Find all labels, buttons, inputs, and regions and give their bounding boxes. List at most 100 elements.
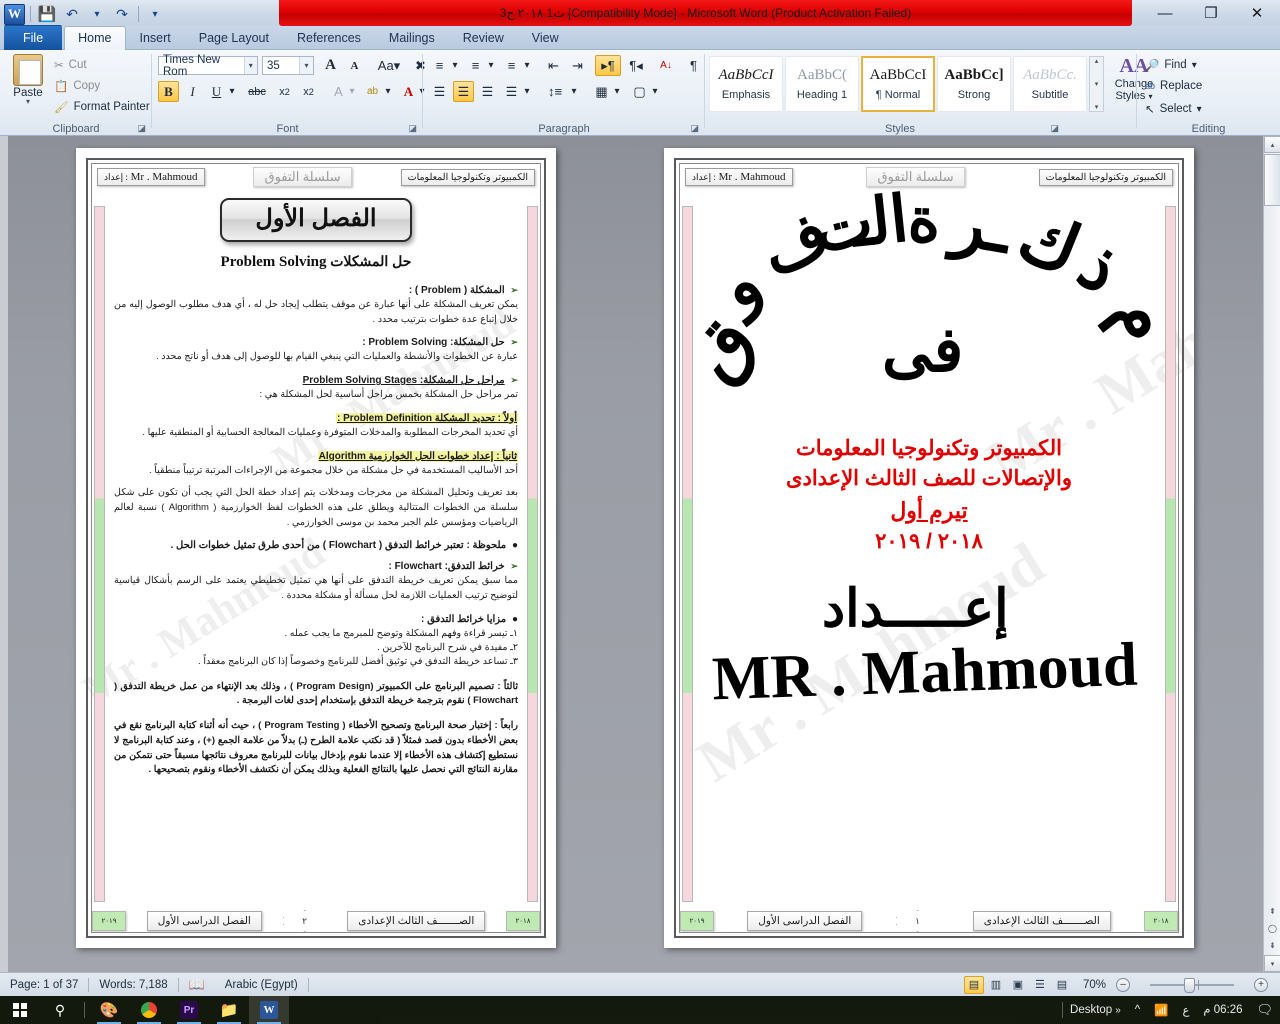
- redo-icon[interactable]: ↷: [111, 3, 133, 25]
- language-indicator[interactable]: Arabic (Egypt): [215, 979, 308, 991]
- paste-button[interactable]: Paste ▾: [6, 54, 50, 106]
- word-logo-icon[interactable]: W: [4, 3, 25, 25]
- tab-insert[interactable]: Insert: [126, 26, 185, 50]
- search-button[interactable]: ⚲: [40, 996, 80, 1024]
- bold-button[interactable]: B: [158, 81, 179, 102]
- clipboard-dialog-launcher[interactable]: ◪: [137, 123, 146, 134]
- replace-button[interactable]: ab Replace: [1145, 80, 1202, 92]
- view-web-layout-button[interactable]: ▣: [1008, 976, 1028, 994]
- change-case-button[interactable]: Aa▾: [374, 55, 404, 76]
- scroll-down-button[interactable]: ▾: [1264, 955, 1280, 972]
- shrink-font-button[interactable]: A: [344, 55, 365, 76]
- select-button[interactable]: ↖ Select ▾: [1145, 102, 1202, 116]
- select-dropdown-icon[interactable]: ▾: [1197, 104, 1202, 115]
- document-page-2[interactable]: Mr . Mahmoud Mr . Mahmoud إعداد : Mr . M…: [76, 148, 556, 948]
- styles-more-icon[interactable]: ▾: [1095, 103, 1099, 111]
- format-painter-button[interactable]: 🖌 Format Painter: [54, 100, 150, 114]
- zoom-slider-handle[interactable]: [1184, 977, 1195, 993]
- word-count[interactable]: Words: 7,188: [89, 979, 177, 991]
- italic-button[interactable]: I: [182, 81, 203, 102]
- text-effects-dropdown-icon[interactable]: ▾: [346, 81, 358, 102]
- borders-button[interactable]: ▢: [629, 81, 650, 102]
- show-formatting-marks-button[interactable]: ¶: [683, 55, 704, 76]
- tab-page-layout[interactable]: Page Layout: [185, 26, 283, 50]
- style-normal[interactable]: AaBbCcI ¶ Normal: [861, 56, 935, 112]
- chevron-down-icon[interactable]: ▾: [243, 57, 257, 74]
- multilevel-list-button[interactable]: ≡: [501, 55, 522, 76]
- tab-file[interactable]: File: [4, 25, 63, 50]
- style-heading-1[interactable]: AaBbC( Heading 1: [785, 56, 859, 112]
- styles-dialog-launcher[interactable]: ◪: [1050, 123, 1059, 134]
- shading-button[interactable]: ▦: [591, 81, 612, 102]
- highlight-dropdown-icon[interactable]: ▾: [382, 81, 394, 102]
- underline-dropdown-icon[interactable]: ▾: [226, 81, 238, 102]
- paragraph-dialog-launcher[interactable]: ◪: [690, 123, 699, 134]
- view-draft-button[interactable]: ▤: [1052, 976, 1072, 994]
- zoom-out-button[interactable]: –: [1116, 977, 1130, 992]
- align-left-button[interactable]: ☰: [429, 81, 450, 102]
- view-print-layout-button[interactable]: ▤: [963, 975, 984, 994]
- paste-dropdown-icon[interactable]: ▾: [6, 98, 50, 106]
- increase-indent-button[interactable]: ⇥: [567, 55, 588, 76]
- undo-icon[interactable]: ↶: [61, 3, 83, 25]
- zoom-level[interactable]: 70%: [1073, 979, 1116, 991]
- borders-dropdown-icon[interactable]: ▾: [649, 81, 661, 102]
- copy-button[interactable]: 📋 Copy: [54, 79, 100, 93]
- taskbar-item-file-explorer[interactable]: 📁: [209, 996, 249, 1024]
- bullets-button[interactable]: ≡: [429, 55, 450, 76]
- scroll-up-button[interactable]: ▴: [1264, 136, 1280, 153]
- cut-button[interactable]: ✂ Cut: [54, 58, 87, 72]
- font-size-combo[interactable]: 35 ▾: [262, 56, 314, 75]
- tab-home[interactable]: Home: [64, 26, 126, 50]
- tray-overflow-icon[interactable]: »: [1115, 1005, 1121, 1016]
- restore-button[interactable]: ❐: [1188, 0, 1234, 26]
- align-center-button[interactable]: ☰: [453, 81, 474, 102]
- taskbar-item-premiere-pro[interactable]: Pr: [169, 996, 209, 1024]
- previous-page-button[interactable]: ⇞: [1264, 903, 1280, 920]
- font-dialog-launcher[interactable]: ◪: [408, 123, 417, 134]
- undo-dropdown-icon[interactable]: ▾: [86, 3, 108, 25]
- chevron-down-icon-2[interactable]: ▾: [299, 57, 313, 74]
- find-dropdown-icon[interactable]: ▾: [1192, 60, 1197, 71]
- tab-review[interactable]: Review: [449, 26, 518, 50]
- tab-references[interactable]: References: [283, 26, 375, 50]
- sort-button[interactable]: A↓: [655, 55, 677, 76]
- taskbar-item-chrome[interactable]: [129, 996, 169, 1024]
- line-spacing-dropdown-icon[interactable]: ▾: [568, 81, 580, 102]
- proofing-status-icon[interactable]: 📖: [179, 977, 215, 993]
- subscript-button[interactable]: x2: [274, 81, 295, 102]
- save-icon[interactable]: 💾: [36, 3, 58, 25]
- numbering-button[interactable]: ≡: [465, 55, 486, 76]
- style-subtitle[interactable]: AaBbCc. Subtitle: [1013, 56, 1087, 112]
- view-full-screen-reading-button[interactable]: ▥: [986, 976, 1006, 994]
- grow-font-button[interactable]: A: [320, 55, 341, 76]
- page-indicator[interactable]: Page: 1 of 37: [0, 979, 88, 991]
- next-page-button[interactable]: ⇟: [1264, 937, 1280, 954]
- strikethrough-button[interactable]: abc: [244, 81, 270, 102]
- shading-dropdown-icon[interactable]: ▾: [611, 81, 623, 102]
- close-button[interactable]: ✕: [1234, 0, 1280, 26]
- taskbar-item-paint[interactable]: 🎨: [89, 996, 129, 1024]
- select-browse-object-button[interactable]: ◯: [1264, 920, 1280, 937]
- zoom-slider[interactable]: [1136, 977, 1248, 993]
- action-center-icon[interactable]: 🗨: [1249, 996, 1280, 1024]
- justify-button[interactable]: ☰: [501, 81, 522, 102]
- clock[interactable]: 06:26 م: [1196, 996, 1249, 1024]
- scrollbar-thumb[interactable]: [1264, 154, 1280, 206]
- desktop-peek-label[interactable]: Desktop »: [1063, 996, 1128, 1024]
- numbering-dropdown-icon[interactable]: ▾: [485, 55, 497, 76]
- highlight-color-button[interactable]: ab: [362, 81, 383, 102]
- network-icon[interactable]: 📶: [1147, 996, 1175, 1024]
- align-right-button[interactable]: ☰: [477, 81, 498, 102]
- tab-mailings[interactable]: Mailings: [375, 26, 449, 50]
- decrease-indent-button[interactable]: ⇤: [543, 55, 564, 76]
- styles-scroll-down-icon[interactable]: ▾: [1095, 80, 1099, 88]
- multilevel-dropdown-icon[interactable]: ▾: [521, 55, 533, 76]
- justify-dropdown-icon[interactable]: ▾: [521, 81, 533, 102]
- style-emphasis[interactable]: AaBbCcI Emphasis: [709, 56, 783, 112]
- start-button[interactable]: [0, 996, 40, 1024]
- tab-view[interactable]: View: [518, 26, 573, 50]
- style-strong[interactable]: AaBbCc] Strong: [937, 56, 1011, 112]
- styles-gallery-scrollbar[interactable]: ▴ ▾ ▾: [1089, 56, 1104, 112]
- document-canvas[interactable]: Mr . Mahmoud Mr . Mahmoud إعداد : Mr . M…: [0, 136, 1280, 972]
